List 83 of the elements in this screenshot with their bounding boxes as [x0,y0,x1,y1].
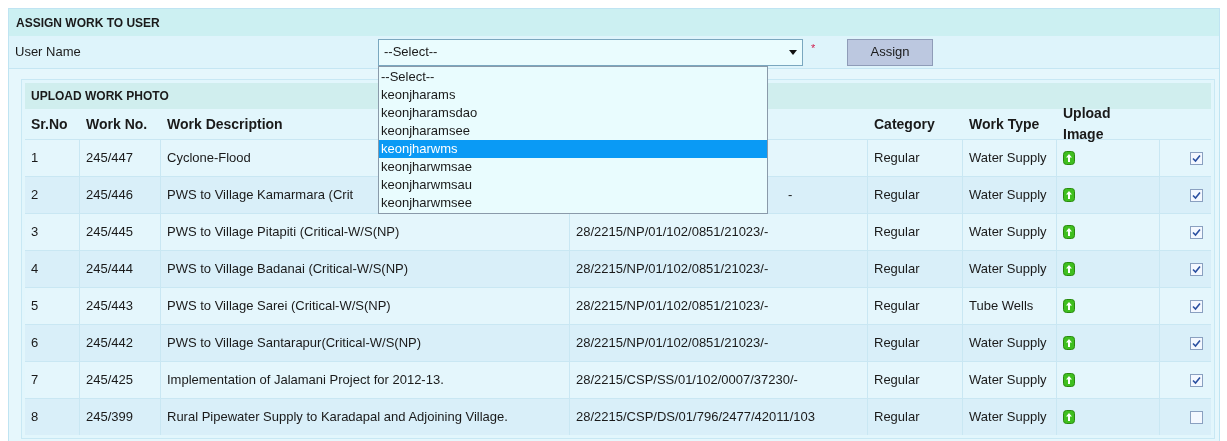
table-cell-text: 245/399 [86,408,133,427]
upload-icon[interactable] [1063,188,1075,202]
table-cell-text: Cyclone-Flood [167,149,251,168]
upload-icon[interactable] [1063,262,1075,276]
table-cell-text: PWS to Village Santarapur(Critical-W/S(NP) [167,334,422,353]
user-select[interactable]: --Select-- [378,38,803,66]
table-cell-text: Regular [874,334,920,353]
table-cell-text: Regular [874,371,920,390]
row-checkbox[interactable] [1190,225,1203,239]
table-cell-text: 245/425 [86,371,133,390]
table-cell-text: 8 [31,408,39,427]
table-cell-text: 4 [31,260,39,279]
panel-title: ASSIGN WORK TO USER [16,14,160,32]
table-cell-text: 6 [31,334,39,353]
table-cell-text: 28/2215/CSP/SS/01/102/0007/37230/- [576,371,798,390]
field-label: User Name [14,43,82,62]
table-cell-text: PWS to Village Pitapiti (Critical-W/S(NP) [167,223,400,242]
required-mark: * [811,41,817,56]
dropdown-option[interactable]: keonjharwmsau [379,176,767,194]
table-cell-text: 245/446 [86,186,133,205]
dropdown-option[interactable]: keonjharams [379,86,767,104]
column-header: Work Description [167,115,283,132]
table-cell-text: - [787,186,793,205]
panel-title: UPLOAD WORK PHOTO [31,88,169,105]
table-cell-text: 1 [31,149,39,168]
table-cell-text: PWS to Village Badanai (Critical-W/S(NP) [167,260,409,279]
column-header: Work No. [86,115,148,132]
dropdown-option[interactable]: --Select-- [379,68,767,86]
row-checkbox[interactable] [1190,188,1203,202]
caret-icon [789,49,797,55]
table-cell: Water Supply [969,224,1047,240]
table-cell-text: PWS to Village Kamarmara (Crit [167,186,354,205]
table-cell-text: 28/2215/CSP/DS/01/796/2477/42011/103 [576,408,815,427]
row-checkbox[interactable] [1190,299,1203,313]
table-cell-text: 245/444 [86,260,133,279]
row-checkbox[interactable] [1190,336,1203,350]
dropdown-option[interactable]: keonjharamsee [379,122,767,140]
table-cell: Water Supply [969,187,1047,203]
column-header: Sr.No [31,115,68,132]
upload-icon[interactable] [1063,410,1075,424]
table-cell-text: Regular [874,223,920,242]
table-cell: Water Supply [969,372,1047,388]
column-header: Upload Image [1063,105,1111,142]
upload-icon[interactable] [1063,299,1075,313]
table-cell-text: 2 [31,186,39,205]
column-header: Work Type [969,115,1040,132]
upload-icon[interactable] [1063,151,1075,165]
upload-icon[interactable] [1063,373,1075,387]
table-cell: Water Supply [969,261,1047,277]
dropdown-option[interactable]: keonjharwmsee [379,194,767,212]
row-checkbox[interactable] [1190,262,1203,276]
table-cell-text: Implementation of Jalamani Project for 2012-13. [167,371,444,390]
table-cell-text: 5 [31,297,39,316]
table-cell-text: Regular [874,149,920,168]
table-cell-text: 245/442 [86,334,133,353]
table-cell: Water Supply [969,409,1047,425]
table-cell: Water Supply [969,150,1047,166]
dropdown-option[interactable]: keonjharamsdao [379,104,767,122]
table-cell-text: 28/2215/NP/01/102/0851/21023/- [576,297,769,316]
upload-icon[interactable] [1063,336,1075,350]
table-cell-text: PWS to Village Sarei (Critical-W/S(NP) [167,297,391,316]
row-checkbox[interactable] [1190,151,1203,165]
upload-icon[interactable] [1063,225,1075,239]
row-checkbox[interactable] [1190,373,1203,387]
table-cell-text: 28/2215/NP/01/102/0851/21023/- [576,260,769,279]
table-cell-text: 245/443 [86,297,133,316]
table-cell-text: 3 [31,223,39,242]
table-cell-text: 245/447 [86,149,133,168]
column-header: Category [874,115,935,132]
dropdown-option[interactable]: keonjharwmsae [379,158,767,176]
table-cell: Water Supply [969,335,1047,351]
table-cell-text: Regular [874,260,920,279]
assign-button[interactable]: Assign [847,38,933,66]
table-cell-text: 245/445 [86,223,133,242]
table-cell-text: Regular [874,297,920,316]
table-cell-text: 7 [31,371,39,390]
table-cell-text: Regular [874,408,920,427]
table-cell-text: 28/2215/NP/01/102/0851/21023/- [576,334,769,353]
table-cell-text: Rural Pipewater Supply to Karadapal and Adjoining Village. [167,408,508,427]
row-checkbox[interactable] [1190,410,1203,424]
table-cell: Tube Wells [969,298,1034,314]
table-cell-text: Regular [874,186,920,205]
table-cell-text: 28/2215/NP/01/102/0851/21023/- [576,223,769,242]
